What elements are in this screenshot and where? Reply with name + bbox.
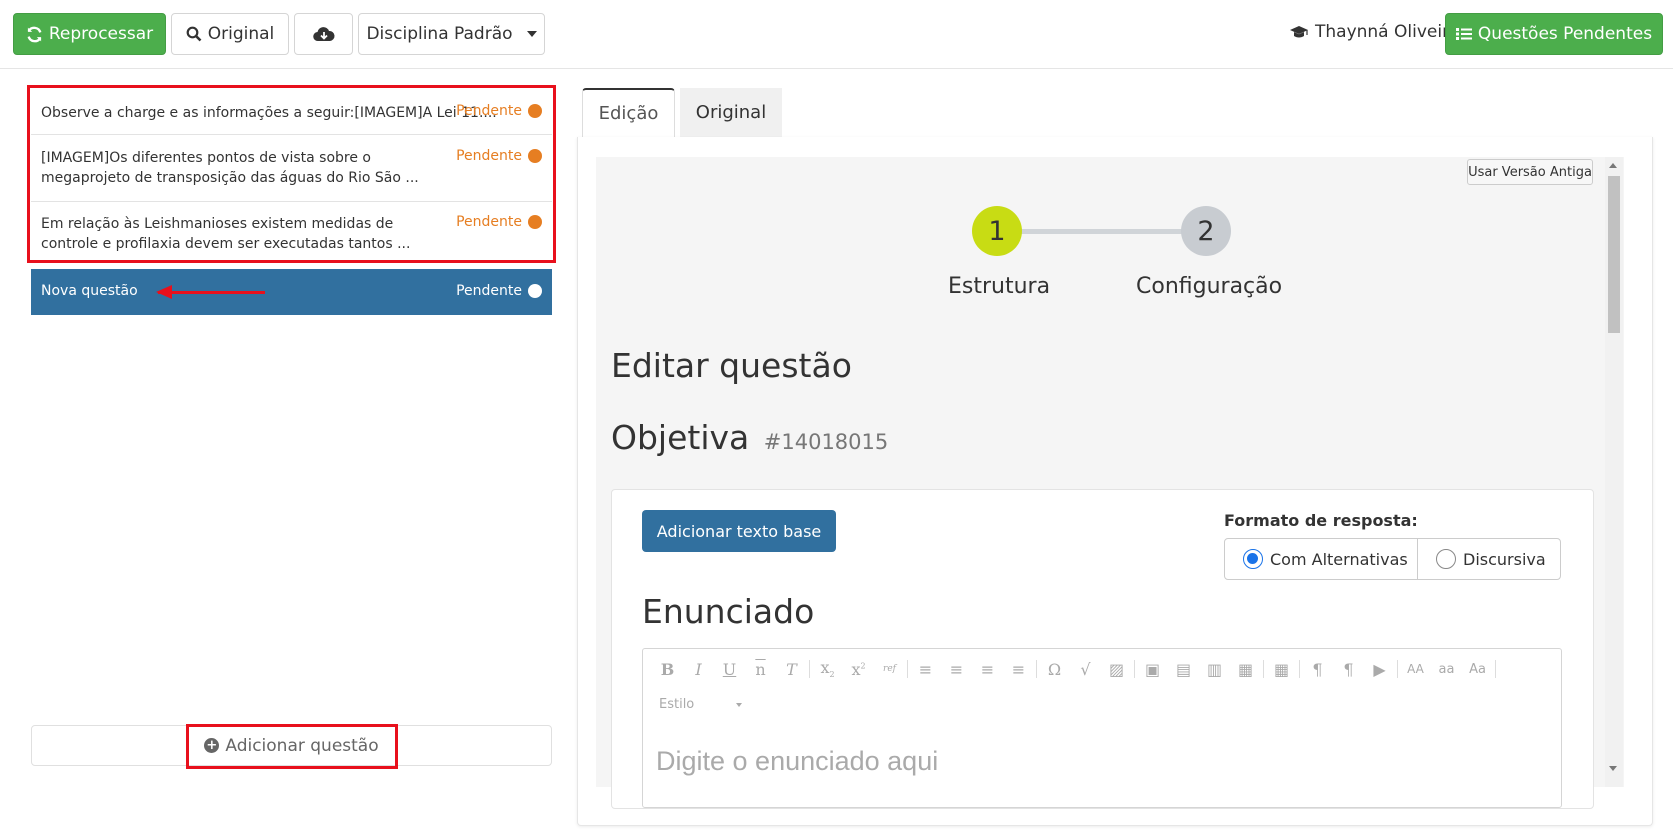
list-icon (1455, 28, 1472, 40)
new-question-item[interactable]: Nova questão Pendente (31, 269, 552, 315)
old-version-label: Usar Versão Antiga (1468, 164, 1592, 180)
align-left-icon[interactable]: ≡ (910, 660, 941, 679)
ltr-icon[interactable]: ¶ (1302, 660, 1333, 679)
image-icon[interactable]: ▣ (1137, 660, 1168, 679)
step-2-label: Configuração (1136, 274, 1283, 299)
discipline-dropdown[interactable]: Disciplina Padrão (358, 13, 545, 55)
search-icon (186, 26, 202, 42)
toolbar-divider (907, 660, 908, 678)
answer-format-label: Formato de resposta: (1224, 511, 1418, 530)
user-menu[interactable]: Thaynná Oliveira (1289, 22, 1459, 42)
toolbar-divider (1036, 660, 1037, 678)
new-question-label: Nova questão (41, 283, 138, 299)
chart-icon[interactable]: ▨ (1101, 660, 1132, 679)
lowercase-icon[interactable]: aa (1431, 662, 1462, 677)
rtl-icon[interactable]: ¶ (1333, 660, 1364, 679)
original-button[interactable]: Original (171, 13, 289, 55)
video-icon[interactable]: ▶ (1364, 660, 1395, 679)
scrollbar-thumb[interactable] (1608, 176, 1620, 333)
align-center-icon[interactable]: ≡ (941, 660, 972, 679)
scroll-down-icon[interactable] (1609, 766, 1617, 771)
radio-option-discursiva[interactable]: Discursiva (1418, 539, 1546, 579)
question-code: #14018015 (763, 430, 889, 454)
clear-format-icon[interactable]: T (776, 660, 807, 679)
tab-original[interactable]: Original (680, 88, 782, 137)
toolbar-divider (1299, 660, 1300, 678)
statement-placeholder[interactable]: Digite o enunciado aqui (656, 746, 938, 777)
toolbar-divider (1263, 660, 1264, 678)
radio-label: Com Alternativas (1270, 549, 1408, 569)
radio-label: Discursiva (1463, 549, 1546, 569)
old-version-button[interactable]: Usar Versão Antiga (1467, 159, 1593, 185)
radio-option-alternativas[interactable]: Com Alternativas (1225, 539, 1418, 579)
tab-label: Edição (598, 103, 659, 124)
annotation-arrow-head (156, 285, 172, 299)
underline-icon[interactable]: U (714, 660, 745, 679)
math-formula-icon[interactable]: √ (1070, 660, 1101, 679)
toolbar-divider (1495, 660, 1496, 678)
scroll-up-icon[interactable] (1609, 163, 1617, 168)
highlight-box-add-question (186, 724, 398, 769)
tab-edicao[interactable]: Edição (582, 88, 675, 137)
radio-unchecked-icon[interactable] (1436, 549, 1456, 569)
radio-checked-icon[interactable] (1243, 549, 1263, 569)
status-dot-icon (528, 284, 542, 298)
image-right-icon[interactable]: ▦ (1230, 660, 1261, 679)
align-justify-icon[interactable]: ≡ (1003, 660, 1034, 679)
page-title: Editar questão (611, 346, 852, 385)
question-type-heading: Objetiva #14018015 (611, 418, 888, 457)
toolbar-divider (1134, 660, 1135, 678)
user-name: Thaynná Oliveira (1315, 22, 1460, 42)
top-bar: Reprocessar Original Disciplina Padrão T… (0, 0, 1673, 69)
step-number: 2 (1197, 215, 1215, 247)
italic-icon[interactable]: I (683, 660, 714, 679)
align-right-icon[interactable]: ≡ (972, 660, 1003, 679)
style-label: Estilo (659, 697, 695, 712)
uppercase-icon[interactable]: AA (1400, 662, 1431, 676)
reprocess-label: Reprocessar (48, 24, 154, 44)
cloud-download-icon (312, 27, 335, 42)
step-1-label: Estrutura (948, 274, 1051, 299)
tab-label: Original (695, 102, 767, 123)
toolbar-divider (809, 660, 810, 678)
new-question-status: Pendente (456, 283, 542, 299)
subscript-icon[interactable]: x2 (812, 658, 843, 679)
pending-questions-button[interactable]: Questões Pendentes (1445, 13, 1663, 55)
toolbar-divider (1397, 660, 1398, 678)
annotation-arrow (158, 291, 265, 294)
overline-icon[interactable]: n (745, 660, 776, 679)
answer-format-group: Com Alternativas Discursiva (1224, 538, 1561, 580)
reprocess-button[interactable]: Reprocessar (13, 13, 166, 55)
pending-questions-label: Questões Pendentes (1477, 24, 1653, 44)
step-number: 1 (988, 215, 1006, 247)
image-left-icon[interactable]: ▤ (1168, 660, 1199, 679)
style-dropdown[interactable]: Estilo (659, 697, 694, 712)
table-icon[interactable]: ▦ (1266, 660, 1297, 679)
superscript-icon[interactable]: x2 (843, 660, 874, 679)
editor-toolbar: B I U n T x2 x2 ref ≡ ≡ ≡ ≡ Ω √ ▨ ▣ ▤ ▥ … (652, 656, 1552, 682)
discipline-label: Disciplina Padrão (366, 24, 513, 44)
status-label: Pendente (456, 283, 522, 299)
add-base-text-label: Adicionar texto base (656, 521, 822, 541)
image-center-icon[interactable]: ▥ (1199, 660, 1230, 679)
question-type: Objetiva (611, 418, 750, 457)
add-base-text-button[interactable]: Adicionar texto base (642, 510, 836, 552)
download-button[interactable] (294, 13, 353, 55)
caret-down-icon (526, 31, 537, 37)
original-label: Original (207, 24, 275, 44)
graduation-cap-icon (1290, 26, 1308, 38)
highlight-box-questions (27, 85, 556, 263)
reference-icon[interactable]: ref (874, 664, 905, 674)
caret-down-icon (736, 703, 742, 707)
special-char-icon[interactable]: Ω (1039, 660, 1070, 679)
step-2-circle[interactable]: 2 (1181, 206, 1231, 256)
refresh-icon (27, 26, 42, 42)
capitalize-icon[interactable]: Aa (1462, 662, 1493, 677)
step-1-circle[interactable]: 1 (972, 206, 1022, 256)
bold-icon[interactable]: B (652, 660, 683, 679)
statement-title: Enunciado (642, 592, 815, 631)
